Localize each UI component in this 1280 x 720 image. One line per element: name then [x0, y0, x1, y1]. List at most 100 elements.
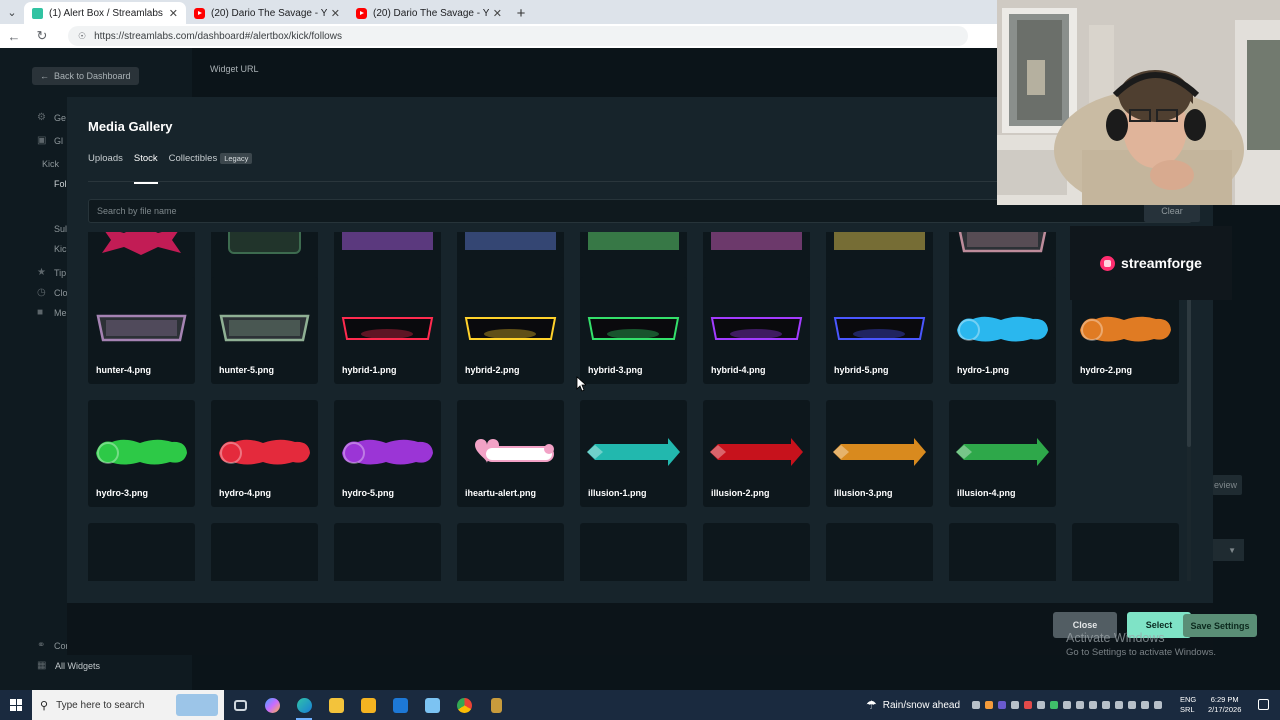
media-tile[interactable]: illusion-1.png: [580, 400, 687, 507]
media-tile-filename: hybrid-3.png: [588, 365, 643, 375]
edge-browser-icon[interactable]: [288, 690, 320, 720]
media-tile-filename: hunter-5.png: [219, 365, 274, 375]
tab-collectibles[interactable]: Collectibles Legacy: [169, 153, 253, 184]
tray-app-icon[interactable]: [1089, 701, 1097, 709]
tray-app-icon[interactable]: [972, 701, 980, 709]
back-to-dashboard-label: Back to Dashboard: [54, 71, 131, 81]
tray-app-icon[interactable]: [998, 701, 1006, 709]
media-tile[interactable]: hybrid-2.png: [457, 277, 564, 384]
sidebar-item-kick[interactable]: Kick: [42, 159, 59, 169]
language-indicator[interactable]: ENG SRL: [1180, 695, 1196, 715]
tab-search-chevron-icon[interactable]: ⌄: [0, 0, 24, 24]
start-button[interactable]: [0, 690, 32, 720]
tray-app-icon[interactable]: [1037, 701, 1045, 709]
sidebar-item-kicks[interactable]: Kic: [54, 244, 67, 254]
media-tile[interactable]: [88, 523, 195, 581]
close-tab-icon[interactable]: ✕: [493, 7, 502, 20]
microphone-icon[interactable]: [1115, 701, 1123, 709]
thumbnail-image: [342, 232, 433, 250]
copilot-icon[interactable]: [256, 690, 288, 720]
media-tile[interactable]: hydro-4.png: [211, 400, 318, 507]
media-tile[interactable]: [580, 523, 687, 581]
media-tile[interactable]: hydro-3.png: [88, 400, 195, 507]
close-tab-icon[interactable]: ✕: [331, 7, 340, 20]
tray-app-icon[interactable]: [985, 701, 993, 709]
tab-uploads[interactable]: Uploads: [88, 153, 123, 184]
close-tab-icon[interactable]: ✕: [169, 7, 178, 20]
media-tile[interactable]: hybrid-1.png: [334, 277, 441, 384]
search-highlight-icon: [176, 694, 218, 716]
sidebar-item-follows[interactable]: Fol: [54, 179, 67, 189]
media-tile[interactable]: [334, 523, 441, 581]
volume-icon[interactable]: [1141, 701, 1149, 709]
tray-app-icon[interactable]: [1050, 701, 1058, 709]
media-tile[interactable]: [826, 523, 933, 581]
media-tile-filename: hybrid-4.png: [711, 365, 766, 375]
media-tile[interactable]: hybrid-5.png: [826, 277, 933, 384]
media-tile[interactable]: hybrid-4.png: [703, 277, 810, 384]
sidebar-item-tips[interactable]: Tip: [54, 268, 66, 278]
browser-tab-1[interactable]: (1) Alert Box / Streamlabs ✕: [24, 2, 186, 24]
media-tile[interactable]: illusion-2.png: [703, 400, 810, 507]
reload-icon[interactable]: ↻: [28, 24, 56, 48]
microsoft-store-icon[interactable]: [352, 690, 384, 720]
media-tile[interactable]: hydro-5.png: [334, 400, 441, 507]
tab-collectibles-label: Collectibles: [168, 153, 218, 164]
all-widgets-link[interactable]: All Widgets: [55, 661, 100, 671]
task-view-icon[interactable]: [224, 690, 256, 720]
media-tile[interactable]: [949, 523, 1056, 581]
media-tile[interactable]: hunter-4.png: [88, 277, 195, 384]
weather-widget[interactable]: ☂ Rain/snow ahead: [866, 690, 960, 720]
media-tile[interactable]: illusion-3.png: [826, 400, 933, 507]
sidebar-item-merch[interactable]: Me: [54, 308, 67, 318]
media-tile[interactable]: [703, 523, 810, 581]
media-tile[interactable]: illusion-4.png: [949, 400, 1056, 507]
tray-app-icon[interactable]: [1076, 701, 1084, 709]
tray-app-icon[interactable]: [1102, 701, 1110, 709]
tray-app-icon[interactable]: [1063, 701, 1071, 709]
taskbar-clock[interactable]: 6:29 PM 2/17/2026: [1208, 695, 1241, 715]
sidebar-item-subs[interactable]: Sul: [54, 224, 67, 234]
media-tile[interactable]: hybrid-3.png: [580, 277, 687, 384]
browser-tab-title: (20) Dario The Savage - YouTube: [373, 7, 489, 19]
url-field[interactable]: ☉ https://streamlabs.com/dashboard#/aler…: [68, 26, 968, 46]
dropdown-chevron-icon[interactable]: ▼: [1212, 539, 1244, 561]
notification-icon[interactable]: [1258, 699, 1269, 710]
link-icon: ⚭: [37, 640, 46, 651]
media-tile[interactable]: iheartu-alert.png: [457, 400, 564, 507]
site-info-icon[interactable]: ☉: [78, 31, 86, 42]
sidebar-item-clock[interactable]: Clo: [54, 288, 68, 298]
thumbnail-image: [1080, 316, 1171, 342]
browser-tab-3[interactable]: (20) Dario The Savage - YouTube ✕: [348, 2, 510, 24]
media-tile[interactable]: [211, 523, 318, 581]
media-tile[interactable]: [457, 523, 564, 581]
sidebar-item-global[interactable]: Gl: [54, 136, 63, 146]
chrome-icon[interactable]: [448, 690, 480, 720]
system-tray: [972, 690, 1162, 720]
tray-app-icon[interactable]: [1154, 701, 1162, 709]
modal-title: Media Gallery: [88, 119, 173, 134]
media-tile[interactable]: hydro-1.png: [949, 277, 1056, 384]
media-tile[interactable]: hunter-5.png: [211, 277, 318, 384]
tray-app-icon[interactable]: [1024, 701, 1032, 709]
new-tab-plus-icon[interactable]: +: [510, 2, 532, 24]
media-tile[interactable]: [1072, 523, 1179, 581]
youtube-favicon-icon: [356, 7, 367, 19]
thumbnail-image: [341, 317, 434, 340]
notepad-icon[interactable]: [416, 690, 448, 720]
sidebar-item-general[interactable]: Ge: [54, 113, 66, 123]
league-icon[interactable]: [480, 690, 512, 720]
tab-stock[interactable]: Stock: [133, 153, 158, 184]
taskbar-search-box[interactable]: ⚲ Type here to search: [32, 690, 224, 720]
preview-button[interactable]: eview: [1212, 475, 1242, 495]
media-tile-filename: hybrid-1.png: [342, 365, 397, 375]
media-tile-filename: hybrid-5.png: [834, 365, 889, 375]
mail-icon[interactable]: [384, 690, 416, 720]
back-to-dashboard-button[interactable]: ← Back to Dashboard: [32, 67, 139, 85]
tray-app-icon[interactable]: [1011, 701, 1019, 709]
media-tile-filename: hydro-1.png: [957, 365, 1009, 375]
back-arrow-icon[interactable]: ←: [0, 24, 28, 48]
browser-tab-2[interactable]: (20) Dario The Savage - YouTube ✕: [186, 2, 348, 24]
file-explorer-icon[interactable]: [320, 690, 352, 720]
network-icon[interactable]: [1128, 701, 1136, 709]
